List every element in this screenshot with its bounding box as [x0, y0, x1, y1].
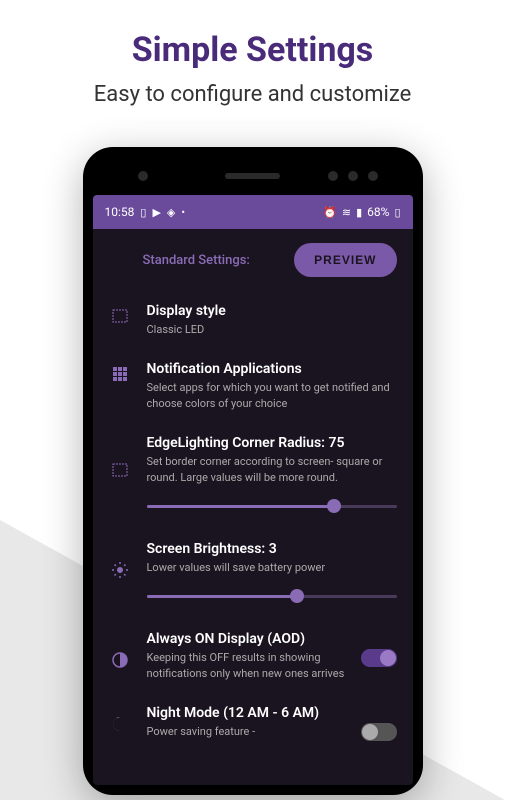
speaker-icon [225, 173, 280, 179]
battery-icon: ▯ [394, 206, 400, 219]
dots-icon: • [181, 206, 185, 219]
sensor-icon [368, 171, 378, 181]
section-label: Standard Settings: [143, 253, 250, 268]
contrast-icon [109, 649, 131, 671]
status-bar: 10:58 ▯ ▶ ◈ • ⏰ ≋ ▮ 68% ▯ [93, 195, 413, 229]
item-desc: Lower values will save battery power [147, 560, 397, 575]
sensor-icon [138, 171, 148, 181]
setting-edge-lighting[interactable]: EdgeLighting Corner Radius: 75 Set borde… [93, 423, 413, 529]
sensor-icon [328, 171, 338, 181]
item-desc: Select apps for which you want to get no… [147, 380, 397, 411]
notification-icon: ▯ [140, 206, 146, 219]
alarm-icon: ⏰ [323, 206, 337, 219]
aod-toggle[interactable] [361, 649, 397, 667]
setting-brightness[interactable]: Screen Brightness: 3 Lower values will s… [93, 529, 413, 619]
setting-night-mode[interactable]: Night Mode (12 AM - 6 AM) Power saving f… [93, 693, 413, 753]
night-mode-toggle[interactable] [361, 723, 397, 741]
youtube-icon: ▶ [152, 206, 160, 219]
setting-aod[interactable]: Always ON Display (AOD) Keeping this OFF… [93, 619, 413, 693]
item-title: Screen Brightness: 3 [147, 541, 397, 557]
brightness-icon [109, 559, 131, 581]
item-desc: Keeping this OFF results in showing noti… [147, 650, 361, 681]
status-time: 10:58 [105, 205, 135, 219]
radius-icon [109, 459, 131, 481]
moon-icon [109, 713, 131, 735]
preview-button[interactable]: PREVIEW [294, 243, 396, 277]
brightness-slider[interactable] [147, 587, 397, 607]
item-title: Always ON Display (AOD) [147, 631, 361, 647]
item-desc: Power saving feature - [147, 724, 361, 739]
setting-notification-apps[interactable]: Notification Applications Select apps fo… [93, 349, 413, 423]
page-title: Simple Settings [20, 30, 485, 70]
setting-display-style[interactable]: Display style Classic LED [93, 291, 413, 349]
item-title: EdgeLighting Corner Radius: 75 [147, 435, 397, 451]
wifi-icon: ≋ [342, 206, 351, 219]
page-subtitle: Easy to configure and customize [20, 82, 485, 107]
item-title: Notification Applications [147, 361, 397, 377]
apps-icon [109, 363, 131, 385]
edge-lighting-slider[interactable] [147, 497, 397, 517]
phone-mockup: 10:58 ▯ ▶ ◈ • ⏰ ≋ ▮ 68% ▯ Standard Setti… [83, 147, 423, 795]
shield-icon: ◈ [167, 206, 175, 219]
item-desc: Set border corner according to screen- s… [147, 454, 397, 485]
sensor-icon [348, 171, 358, 181]
battery-percent: 68% [367, 205, 389, 219]
signal-icon: ▮ [356, 206, 362, 219]
item-title: Night Mode (12 AM - 6 AM) [147, 705, 361, 721]
item-title: Display style [147, 303, 397, 319]
display-icon [109, 305, 131, 327]
item-desc: Classic LED [147, 322, 397, 337]
